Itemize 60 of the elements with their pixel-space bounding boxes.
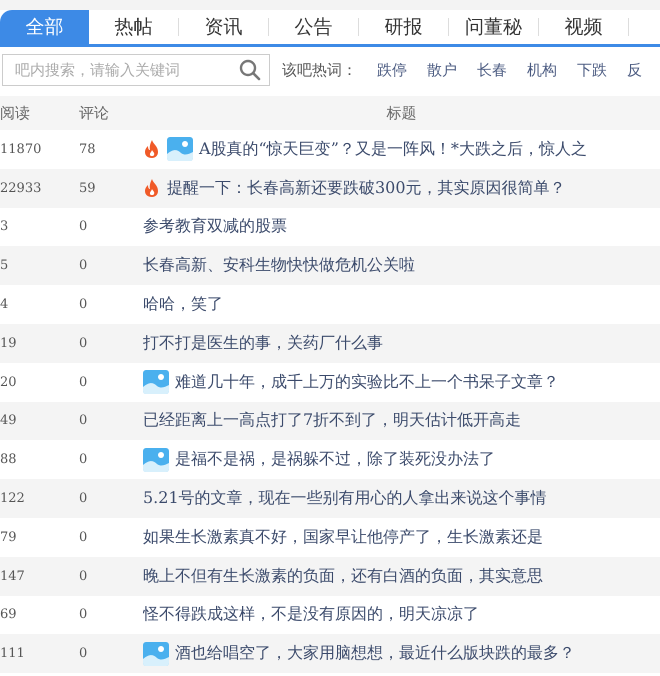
comment-count: 0 bbox=[79, 607, 88, 622]
search-icon[interactable] bbox=[239, 59, 261, 81]
read-count: 79 bbox=[0, 530, 18, 545]
comment-count: 0 bbox=[79, 258, 88, 274]
comment-count: 0 bbox=[79, 336, 88, 351]
read-count: 3 bbox=[0, 219, 10, 234]
post-title-link[interactable]: 已经距离上一高点打了7折不到了，明天估计低开高走 bbox=[143, 410, 522, 432]
image-icon bbox=[143, 642, 169, 666]
comment-count: 0 bbox=[79, 297, 88, 312]
read-count: 88 bbox=[0, 452, 18, 468]
read-count: 19 bbox=[0, 336, 18, 351]
post-title-link[interactable]: 打不打是医生的事，关药厂什么事 bbox=[143, 332, 383, 354]
read-count: 122 bbox=[0, 491, 26, 506]
hot-words-label: 该吧热词： bbox=[282, 60, 357, 80]
search-field[interactable]: 吧内搜索，请输入关键词 bbox=[2, 54, 270, 86]
image-icon bbox=[143, 448, 169, 472]
post-title-link[interactable]: A股真的“惊天巨变”？又是一阵风！*大跌之后，惊人之 bbox=[199, 138, 587, 160]
image-icon bbox=[143, 370, 169, 394]
comment-count: 78 bbox=[79, 142, 97, 157]
read-count: 69 bbox=[0, 607, 18, 622]
post-title-link[interactable]: 是福不是祸，是祸躲不过，除了装死没办法了 bbox=[175, 449, 495, 470]
hot-word-link[interactable]: 反 bbox=[627, 60, 642, 80]
hot-word-link[interactable]: 下跌 bbox=[577, 60, 607, 80]
read-count: 22933 bbox=[0, 180, 42, 196]
post-title-link[interactable]: 参考教育双减的股票 bbox=[143, 216, 287, 238]
column-header: 标题 bbox=[386, 104, 418, 122]
hot-word-link[interactable]: 跌停 bbox=[377, 60, 407, 80]
post-title-link[interactable]: 酒也给唱空了，大家用脑想想，最近什么版块跌的最多？ bbox=[175, 643, 575, 664]
column-header: 阅读 bbox=[0, 104, 31, 122]
read-count: 147 bbox=[0, 568, 26, 584]
post-title-link[interactable]: 长春高新、安科生物快快做危机公关啦 bbox=[143, 255, 415, 276]
comment-count: 0 bbox=[79, 491, 88, 506]
read-count: 49 bbox=[0, 413, 18, 428]
comment-count: 59 bbox=[79, 180, 97, 196]
post-title-link[interactable]: 5.21号的文章，现在一些别有用心的人拿出来说这个事情 bbox=[143, 488, 547, 510]
fire-icon bbox=[143, 139, 161, 160]
comment-count: 0 bbox=[79, 452, 88, 468]
fire-icon bbox=[143, 178, 161, 198]
hot-word-link[interactable]: 散户 bbox=[427, 60, 457, 80]
comment-count: 0 bbox=[79, 219, 88, 234]
read-count: 111 bbox=[0, 646, 26, 662]
comment-count: 0 bbox=[79, 530, 88, 545]
comment-count: 0 bbox=[79, 413, 88, 428]
read-count: 4 bbox=[0, 297, 10, 312]
comment-count: 0 bbox=[79, 568, 88, 584]
image-icon bbox=[167, 137, 193, 162]
post-title-link[interactable]: 难道几十年，成千上万的实验比不上一个书呆子文章？ bbox=[175, 372, 559, 393]
column-header: 评论 bbox=[79, 104, 110, 122]
post-title-link[interactable]: 提醒一下：长春高新还要跌破300元，其实原因很简单？ bbox=[167, 178, 566, 199]
comment-count: 0 bbox=[79, 646, 88, 662]
post-title-link[interactable]: 晚上不但有生长激素的负面，还有白酒的负面，其实意思 bbox=[143, 566, 543, 587]
hot-word-link[interactable]: 长春 bbox=[477, 60, 507, 80]
read-count: 11870 bbox=[0, 142, 42, 157]
comment-count: 0 bbox=[79, 374, 88, 390]
post-title-link[interactable]: 哈哈，笑了 bbox=[143, 294, 223, 316]
hot-word-link[interactable]: 机构 bbox=[527, 60, 557, 80]
read-count: 20 bbox=[0, 374, 18, 390]
tab[interactable]: 全部 bbox=[0, 10, 89, 44]
post-title-link[interactable]: 如果生长激素真不好，国家早让他停产了，生长激素还是 bbox=[143, 526, 543, 548]
read-count: 5 bbox=[0, 258, 10, 274]
